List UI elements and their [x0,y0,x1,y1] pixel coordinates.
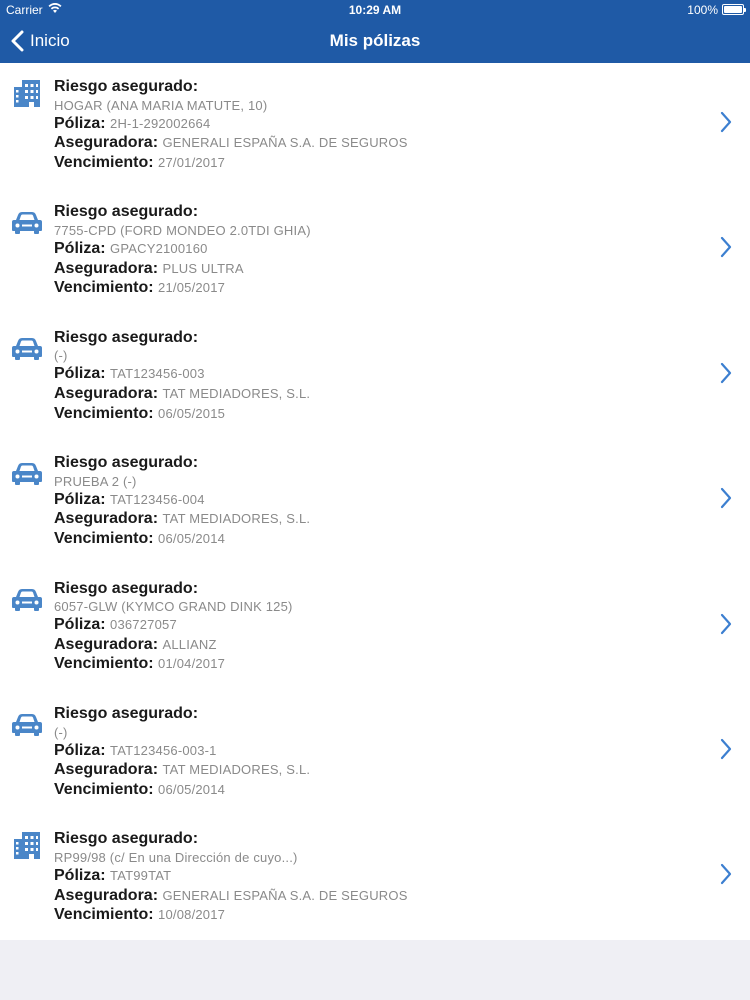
poliza-label: Póliza: [54,616,106,634]
riesgo-value: RP99/98 (c/ En una Dirección de cuyo...) [54,849,298,865]
vencimiento-value: 27/01/2017 [158,154,226,170]
riesgo-value: PRUEBA 2 (-) [54,473,137,489]
vencimiento-value: 21/05/2017 [158,280,226,296]
aseguradora-label: Aseguradora: [54,886,159,904]
riesgo-label: Riesgo asegurado: [54,78,199,95]
clock-label: 10:29 AM [348,3,402,17]
aseguradora-label: Aseguradora: [54,384,159,402]
building-icon [14,80,40,107]
policy-row-3[interactable]: Riesgo asegurado: (-) Póliza: TAT123456-… [0,314,750,439]
vencimiento-label: Vencimiento: [54,529,154,547]
vencimiento-label: Vencimiento: [54,655,154,673]
poliza-value: TAT123456-003-1 [110,742,217,758]
status-bar: Carrier 10:29 AM 100% [0,0,750,20]
car-icon [12,337,42,360]
riesgo-value: (-) [54,724,68,740]
chevron-right-icon [720,613,732,634]
chevron-right-icon [720,362,732,383]
policy-row-4[interactable]: Riesgo asegurado: PRUEBA 2 (-) Póliza: T… [0,439,750,564]
chevron-right-icon [720,738,732,760]
poliza-value: GPACY2100160 [110,240,208,256]
vencimiento-value: 06/05/2015 [158,405,226,421]
policy-details: Riesgo asegurado: RP99/98 (c/ En una Dir… [54,829,694,924]
policy-details: Riesgo asegurado: 7755-CPD (FORD MONDEO … [54,202,694,297]
riesgo-value: 6057-GLW (KYMCO GRAND DINK 125) [54,599,293,615]
aseguradora-label: Aseguradora: [54,134,159,152]
poliza-label: Póliza: [54,365,106,383]
policy-details: Riesgo asegurado: HOGAR (ANA MARIA MATUT… [54,77,694,172]
chevron-right-icon [720,111,732,133]
chevron-right-icon [720,237,732,258]
aseguradora-value: ALLIANZ [162,636,217,652]
poliza-value: 036727057 [110,617,177,633]
policy-row-6[interactable]: Riesgo asegurado: (-) Póliza: TAT123456-… [0,690,750,815]
aseguradora-value: GENERALI ESPAÑA S.A. DE SEGUROS [162,887,408,903]
page-title: Mis pólizas [329,31,421,50]
poliza-value: TAT123456-004 [110,491,205,507]
aseguradora-value: TAT MEDIADORES, S.L. [162,511,311,527]
vencimiento-label: Vencimiento: [54,780,154,798]
aseguradora-value: TAT MEDIADORES, S.L. [162,762,311,778]
vencimiento-value: 06/05/2014 [158,781,226,797]
policy-details: Riesgo asegurado: PRUEBA 2 (-) Póliza: T… [54,453,694,548]
vencimiento-label: Vencimiento: [54,153,154,171]
vencimiento-value: 01/04/2017 [158,656,226,672]
chevron-right-icon [720,864,732,885]
poliza-label: Póliza: [54,114,106,132]
policy-details: Riesgo asegurado: (-) Póliza: TAT123456-… [54,704,694,799]
policy-row-2[interactable]: Riesgo asegurado: 7755-CPD (FORD MONDEO … [0,188,750,313]
aseguradora-label: Aseguradora: [54,259,159,277]
car-icon [12,588,42,611]
riesgo-label: Riesgo asegurado: [54,705,199,722]
policy-list: Riesgo asegurado: HOGAR (ANA MARIA MATUT… [0,63,750,940]
aseguradora-label: Aseguradora: [54,761,159,779]
car-icon [12,714,42,736]
car-icon [12,212,42,235]
riesgo-value: 7755-CPD (FORD MONDEO 2.0TDI GHIA) [54,222,311,238]
battery-percentage: 100% [687,3,718,17]
poliza-label: Póliza: [54,239,106,257]
policy-row-5[interactable]: Riesgo asegurado: 6057-GLW (KYMCO GRAND … [0,565,750,690]
vencimiento-value: 06/05/2014 [158,530,226,546]
policy-row-1[interactable]: Riesgo asegurado: HOGAR (ANA MARIA MATUT… [0,63,750,188]
riesgo-label: Riesgo asegurado: [54,830,199,848]
riesgo-label: Riesgo asegurado: [54,328,199,346]
navigation-bar: Carrier 10:29 AM 100% Inicio Mis pólizas [0,0,750,63]
aseguradora-value: GENERALI ESPAÑA S.A. DE SEGUROS [162,135,408,151]
riesgo-value: HOGAR (ANA MARIA MATUTE, 10) [54,97,268,113]
poliza-label: Póliza: [54,490,106,508]
vencimiento-label: Vencimiento: [54,906,154,924]
vencimiento-value: 10/08/2017 [158,907,226,923]
building-icon [14,832,40,860]
car-icon [12,463,42,486]
aseguradora-label: Aseguradora: [54,635,159,653]
vencimiento-label: Vencimiento: [54,404,154,422]
policy-details: Riesgo asegurado: (-) Póliza: TAT123456-… [54,328,694,423]
riesgo-label: Riesgo asegurado: [54,203,199,221]
aseguradora-value: PLUS ULTRA [162,260,244,276]
riesgo-value: (-) [54,348,68,364]
battery-icon [722,4,746,15]
riesgo-label: Riesgo asegurado: [54,454,199,472]
policy-row-7[interactable]: Riesgo asegurado: RP99/98 (c/ En una Dir… [0,815,750,940]
policy-details: Riesgo asegurado: 6057-GLW (KYMCO GRAND … [54,579,694,674]
aseguradora-value: TAT MEDIADORES, S.L. [162,385,311,401]
vencimiento-label: Vencimiento: [54,279,154,297]
aseguradora-label: Aseguradora: [54,510,159,528]
poliza-label: Póliza: [54,866,106,884]
poliza-value: 2H-1-292002664 [110,115,211,131]
riesgo-label: Riesgo asegurado: [54,579,199,597]
poliza-value: TAT99TAT [110,867,172,883]
chevron-right-icon [720,488,732,509]
poliza-value: TAT123456-003 [110,366,205,382]
poliza-label: Póliza: [54,741,106,759]
